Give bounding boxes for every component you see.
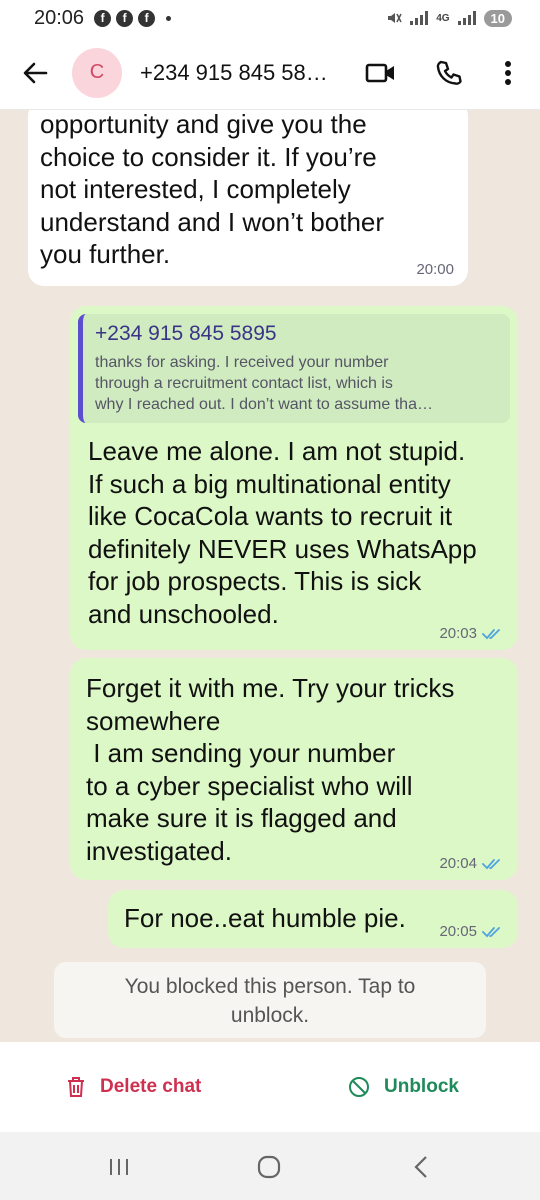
status-right: 4G 10: [386, 9, 512, 27]
message-time: 20:04: [439, 855, 477, 872]
mute-icon: [388, 13, 402, 23]
signal-icon-2: [457, 11, 476, 25]
read-receipt-icon: [482, 628, 500, 639]
recent-apps-icon[interactable]: [104, 1152, 134, 1182]
read-receipt-icon: [482, 858, 500, 869]
unblock-icon: [349, 1077, 369, 1097]
blocked-actions-bar: Delete chat Unblock: [0, 1042, 540, 1132]
message-text: opportunity and give you the choice to c…: [40, 110, 385, 269]
unblock-button[interactable]: Unblock: [348, 1076, 459, 1098]
network-type: 4G: [436, 12, 450, 24]
signal-icon: [410, 11, 429, 25]
message-text: Leave me alone. I am not stupid. If such…: [88, 436, 477, 629]
message-meta: 20:03: [439, 625, 504, 642]
message-meta: 20:05: [439, 923, 504, 940]
message-meta: 20:04: [439, 855, 504, 872]
avatar[interactable]: C: [72, 47, 122, 98]
video-call-icon[interactable]: [364, 56, 398, 90]
home-icon[interactable]: [254, 1152, 284, 1182]
facebook-icon: f: [94, 9, 112, 27]
outgoing-message[interactable]: +234 915 845 5895 thanks for asking. I r…: [70, 306, 518, 650]
chat-area[interactable]: opportunity and give you the choice to c…: [0, 110, 540, 1042]
message-time: 20:00: [416, 261, 454, 278]
quote-author: +234 915 845 5895: [95, 322, 277, 345]
phone-call-icon[interactable]: [432, 56, 466, 90]
quote-text: thanks for asking. I received your numbe…: [95, 354, 433, 413]
system-nav-bar: [0, 1132, 540, 1200]
more-notifications-dot-icon: [166, 15, 172, 21]
facebook-icon: f: [116, 9, 134, 27]
delete-chat-button[interactable]: Delete chat: [66, 1076, 201, 1098]
more-options-icon[interactable]: [491, 56, 525, 90]
facebook-icon: f: [138, 9, 156, 27]
incoming-message[interactable]: opportunity and give you the choice to c…: [28, 110, 468, 286]
read-receipt-icon: [482, 926, 500, 937]
back-icon[interactable]: [406, 1152, 436, 1182]
message-time: 20:05: [439, 923, 477, 940]
status-time: 20:06: [34, 6, 85, 29]
back-arrow-icon[interactable]: [20, 58, 50, 88]
message-time: 20:03: [439, 625, 477, 642]
trash-icon: [68, 1077, 84, 1097]
chat-header: C +234 915 845 58…: [0, 36, 540, 110]
battery-icon: 10: [483, 9, 512, 27]
unblock-label: Unblock: [384, 1076, 459, 1097]
outgoing-message[interactable]: Forget it with me. Try your tricks somew…: [70, 658, 518, 880]
delete-chat-label: Delete chat: [100, 1076, 202, 1097]
quoted-message[interactable]: +234 915 845 5895 thanks for asking. I r…: [78, 314, 510, 423]
notification-icons: f f f: [94, 9, 172, 27]
message-text: Forget it with me. Try your tricks somew…: [86, 673, 455, 866]
outgoing-message[interactable]: For noe..eat humble pie. 20:05: [108, 890, 518, 948]
blocked-notice[interactable]: You blocked this person. Tap to unblock.: [54, 962, 486, 1038]
contact-name[interactable]: +234 915 845 58…: [140, 60, 340, 86]
status-bar: 20:06 f f f 4G 10: [0, 0, 540, 36]
